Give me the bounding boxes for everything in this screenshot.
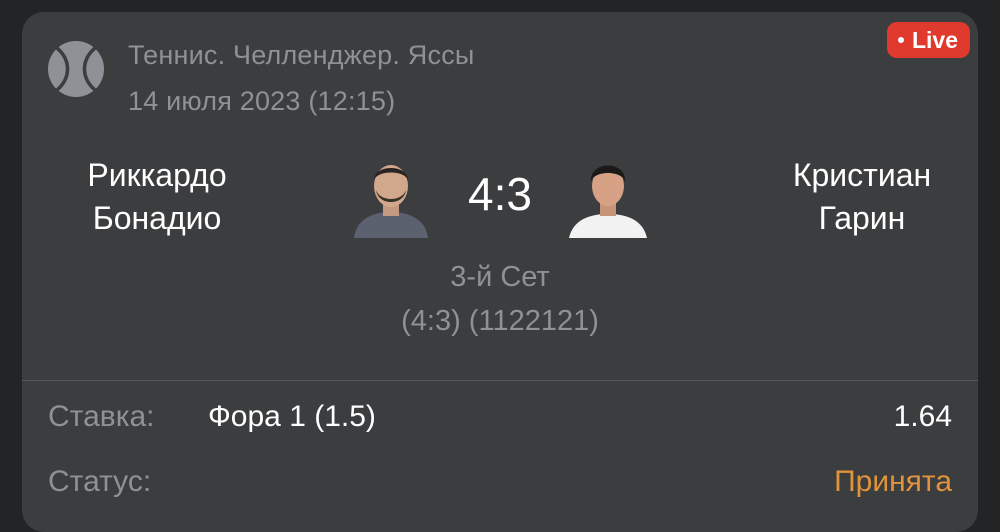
set-detail: (4:3) (1122121)	[401, 305, 599, 337]
player1-last-name: Бонадио	[92, 200, 222, 236]
bet-row: Ставка: Фора 1 (1.5) 1.64	[48, 397, 952, 437]
status-row: Статус: Принята	[48, 462, 952, 502]
bet-card: Теннис. Челленджер. Яссы 14 июля 2023 (1…	[22, 12, 978, 532]
tournament-name: Теннис. Челленджер. Яссы	[128, 40, 475, 70]
set-info: 3-й Сет (4:3) (1122121)	[22, 255, 978, 343]
match-score: 4:3	[468, 168, 532, 220]
match-header: Теннис. Челленджер. Яссы 14 июля 2023 (1…	[128, 32, 475, 124]
player1-first-name: Риккардо	[87, 157, 227, 193]
match-datetime: 14 июля 2023 (12:15)	[128, 86, 396, 116]
set-label: 3-й Сет	[450, 261, 550, 293]
live-badge: Live	[886, 22, 970, 58]
player1-name: Риккардо Бонадио	[62, 154, 252, 240]
stake-value: Фора 1 (1.5)	[208, 400, 376, 433]
player2-first-name: Кристиан	[792, 157, 932, 193]
player2-last-name: Гарин	[818, 200, 906, 236]
tennis-ball-icon	[48, 41, 104, 97]
player1-avatar	[346, 148, 436, 238]
player2-avatar	[563, 148, 653, 238]
divider	[22, 380, 978, 381]
status-label: Статус:	[48, 465, 152, 498]
odds-value: 1.64	[893, 400, 952, 433]
live-label: Live	[911, 26, 958, 53]
live-dot-icon	[897, 37, 904, 43]
player2-name: Кристиан Гарин	[760, 154, 964, 240]
status-value: Принята	[834, 465, 952, 498]
stake-label: Ставка:	[48, 400, 155, 433]
